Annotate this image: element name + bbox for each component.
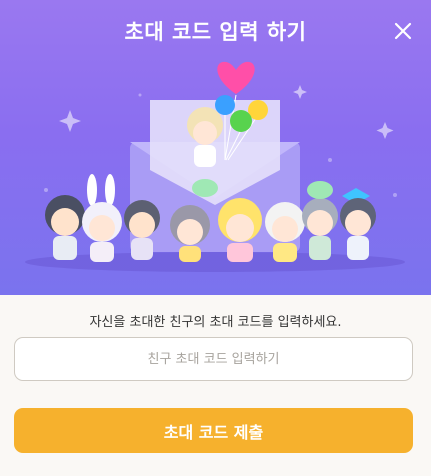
submit-invite-code-button[interactable]: 초대 코드 제출 [14,408,413,453]
close-icon [394,22,412,40]
invite-form: 자신을 초대한 친구의 초대 코드를 입력하세요. 초대 코드 제출 [0,295,431,476]
invite-code-dialog: 초대 코드 입력 하기 자신을 초대한 친구의 초대 코드를 입력하세요. 초대… [0,0,431,476]
close-button[interactable] [392,20,414,42]
hero-banner: 초대 코드 입력 하기 [0,0,431,295]
instruction-text: 자신을 초대한 친구의 초대 코드를 입력하세요. [89,315,342,330]
invite-code-input[interactable] [14,337,413,381]
dialog-title: 초대 코드 입력 하기 [124,20,307,44]
